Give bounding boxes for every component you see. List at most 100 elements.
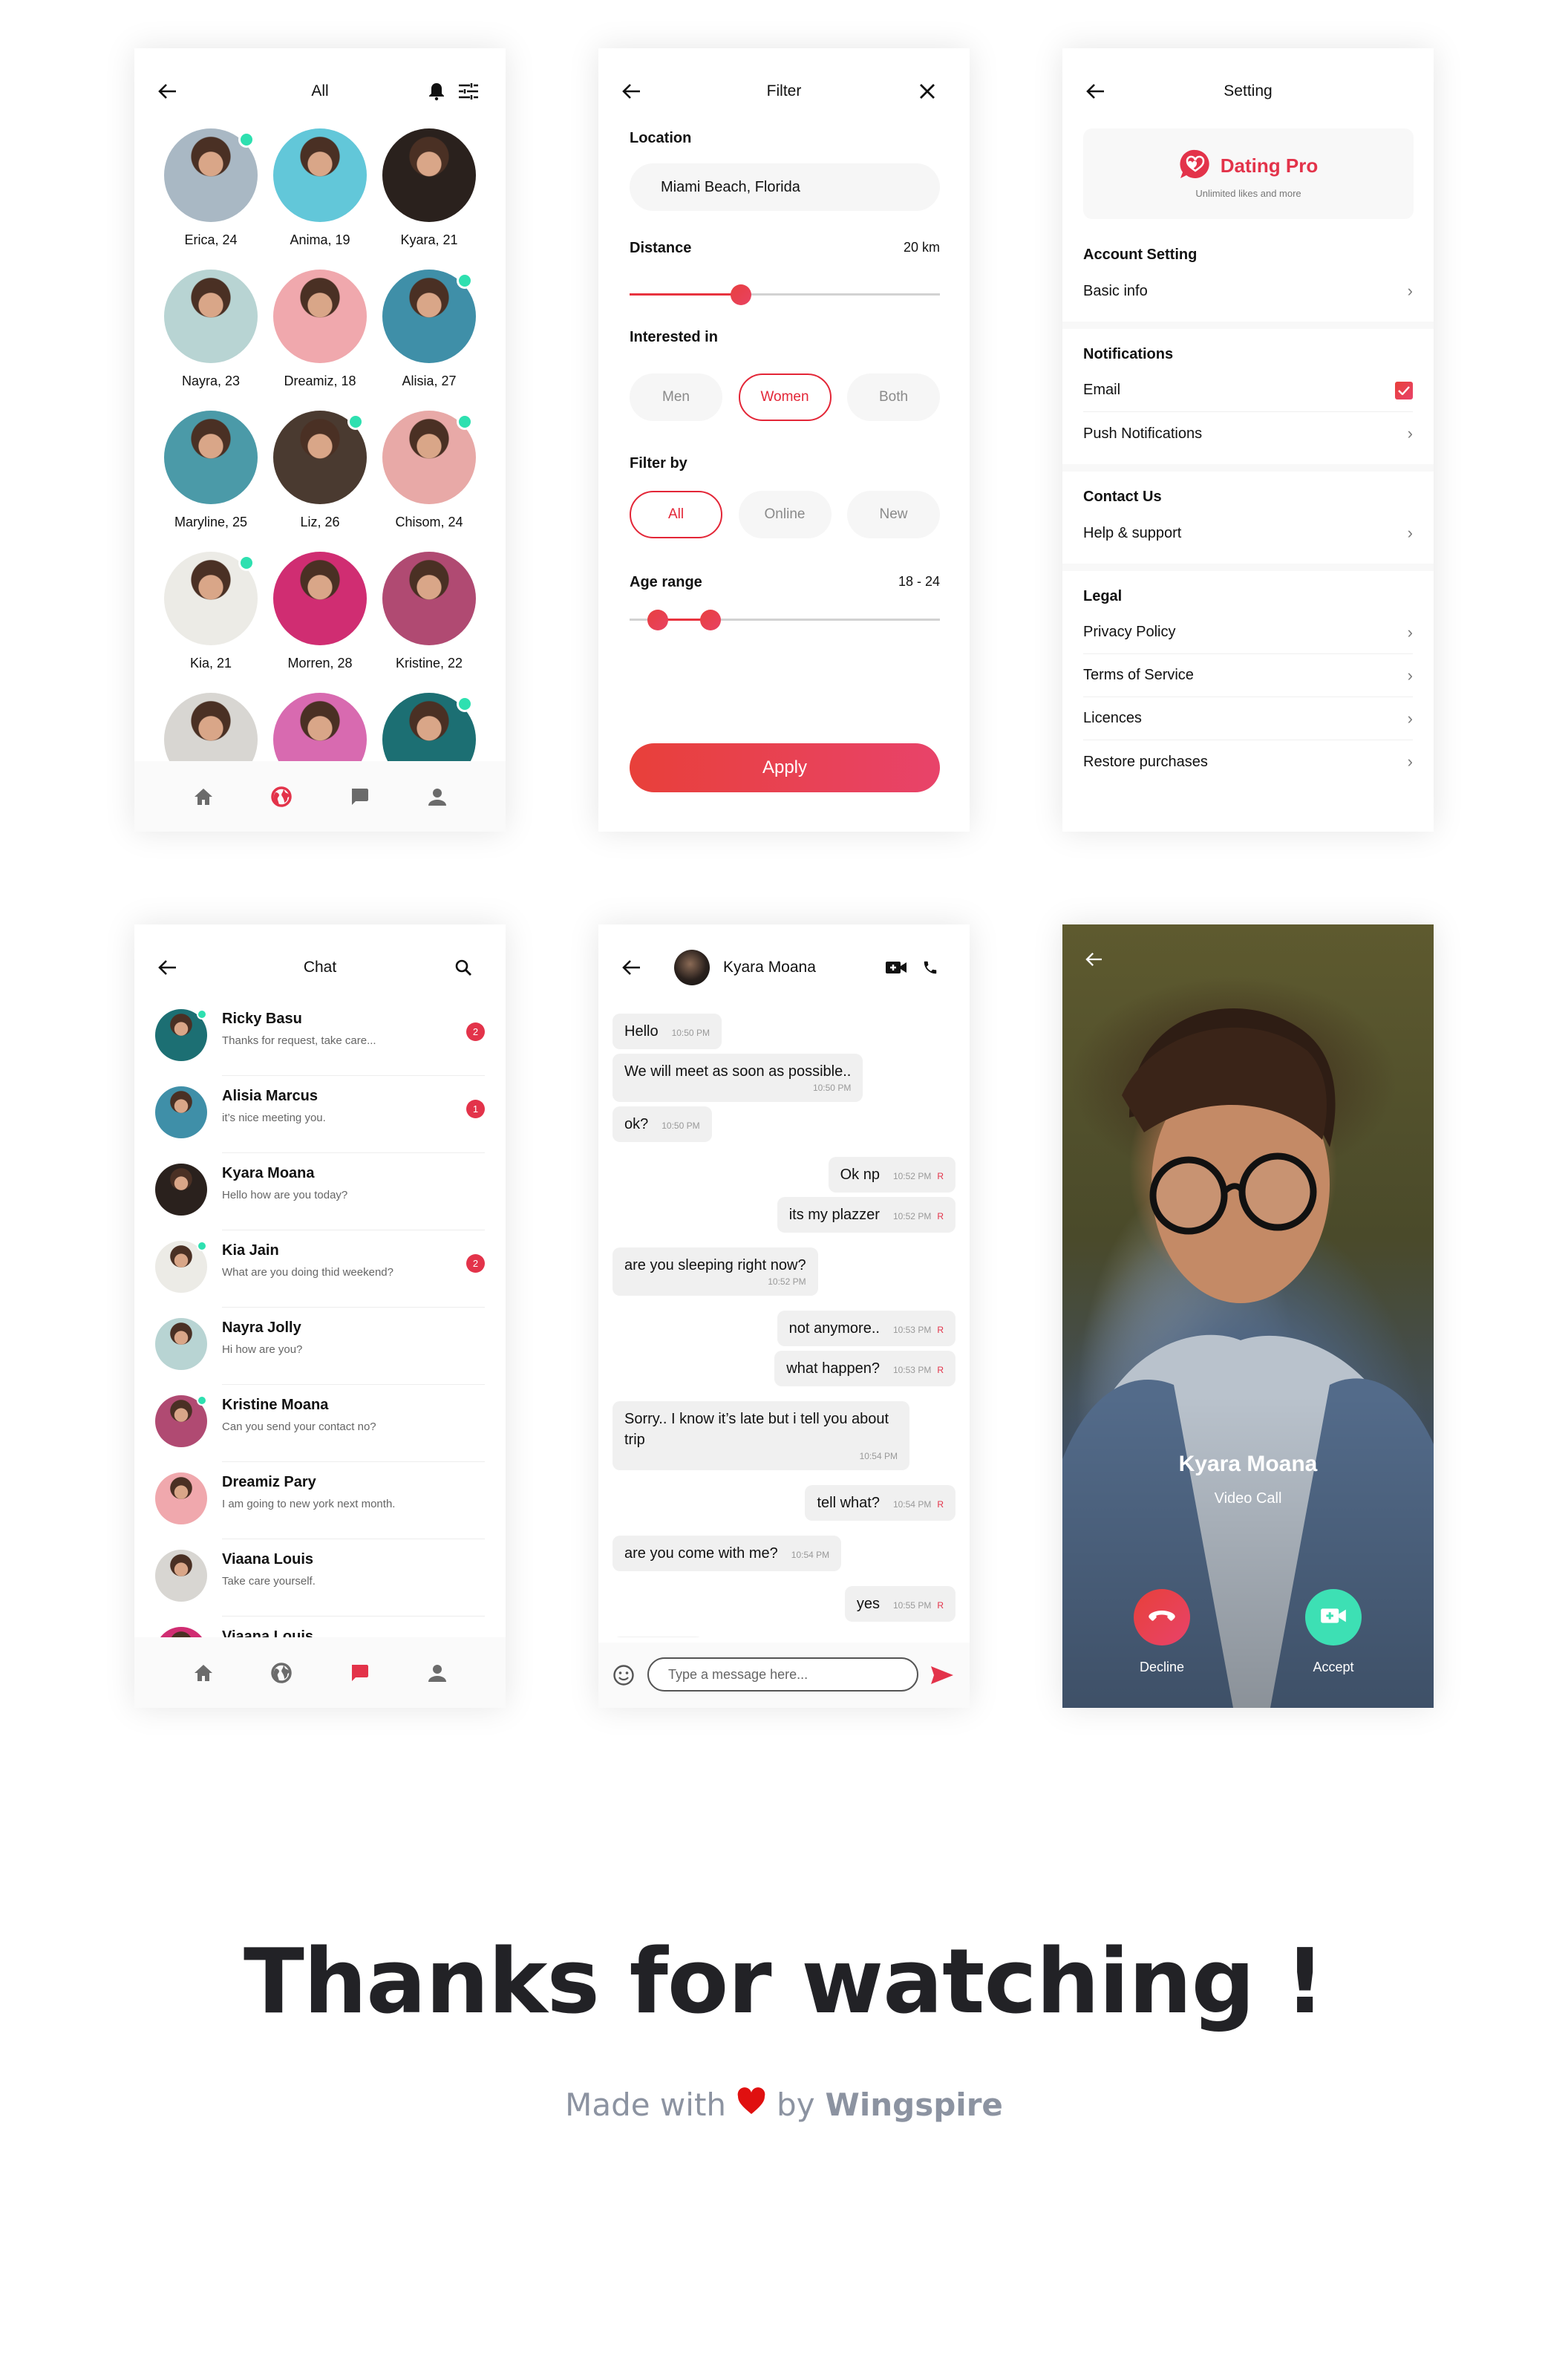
conversation-row[interactable]: Kyara Moana Hello how are you today?: [134, 1153, 506, 1230]
video-call-icon[interactable]: [883, 956, 909, 979]
distance-slider-thumb[interactable]: [731, 284, 752, 305]
profile-photo[interactable]: [382, 411, 476, 504]
profile-photo[interactable]: [164, 552, 258, 645]
settings-item[interactable]: Restore purchases ›: [1083, 740, 1413, 783]
conversation-row[interactable]: Viaana Louis: [134, 1617, 506, 1637]
close-icon[interactable]: [916, 80, 938, 102]
profile-card[interactable]: Alisia, 27: [375, 270, 483, 389]
profile-photo[interactable]: [382, 552, 476, 645]
conversation-list: Ricky Basu Thanks for request, take care.…: [134, 999, 506, 1637]
profile-photo[interactable]: [382, 128, 476, 222]
profile-card[interactable]: Kyara, 21: [375, 128, 483, 248]
nav-home-icon[interactable]: [189, 1658, 218, 1688]
settings-item[interactable]: Help & support ›: [1083, 512, 1413, 555]
conversation-row[interactable]: Ricky Basu Thanks for request, take care.…: [134, 999, 506, 1076]
profile-card[interactable]: [157, 693, 265, 767]
interested-option-both[interactable]: Both: [847, 373, 940, 421]
profile-photo[interactable]: [273, 411, 367, 504]
distance-slider[interactable]: [630, 284, 940, 305]
location-value: Miami Beach, Florida: [661, 178, 800, 195]
profile-photo[interactable]: [164, 128, 258, 222]
profile-card[interactable]: [375, 693, 483, 767]
profile-photo[interactable]: [273, 552, 367, 645]
filterby-option-online[interactable]: Online: [738, 491, 832, 538]
contact-avatar[interactable]: [674, 950, 710, 985]
settings-item[interactable]: Push Notifications ›: [1083, 412, 1413, 455]
filterby-option-new[interactable]: New: [847, 491, 940, 538]
conversation-row[interactable]: Kia Jain What are you doing thid weekend?…: [134, 1230, 506, 1308]
interested-option-women[interactable]: Women: [738, 373, 832, 421]
profile-card[interactable]: Kia, 21: [157, 552, 265, 671]
contact-avatar[interactable]: [155, 1472, 207, 1524]
location-input[interactable]: Miami Beach, Florida: [630, 163, 940, 211]
bell-icon[interactable]: [425, 80, 448, 102]
profile-card[interactable]: Chisom, 24: [375, 411, 483, 530]
online-status-dot: [197, 1241, 207, 1251]
nav-chat-icon[interactable]: [344, 782, 374, 812]
profile-card[interactable]: [266, 693, 374, 767]
contact-avatar[interactable]: [155, 1086, 207, 1138]
profile-card[interactable]: Dreamiz, 18: [266, 270, 374, 389]
message-input[interactable]: Type a message here...: [647, 1657, 918, 1692]
conversation-row[interactable]: Dreamiz Pary I am going to new york next …: [134, 1462, 506, 1539]
nav-globe-icon[interactable]: [267, 1658, 296, 1688]
profile-card[interactable]: Nayra, 23: [157, 270, 265, 389]
profile-photo[interactable]: [273, 128, 367, 222]
contact-avatar[interactable]: [155, 1395, 207, 1447]
profile-card[interactable]: Morren, 28: [266, 552, 374, 671]
conversation-row[interactable]: Kristine Moana Can you send your contact …: [134, 1385, 506, 1462]
heart-chat-logo-icon: [1179, 149, 1212, 183]
conversation-row[interactable]: Viaana Louis Take care yourself.: [134, 1539, 506, 1617]
pro-upgrade-banner[interactable]: Dating Pro Unlimited likes and more: [1083, 128, 1414, 219]
nav-profile-icon[interactable]: [422, 1658, 452, 1688]
contact-avatar[interactable]: [155, 1550, 207, 1602]
nav-profile-icon[interactable]: [422, 782, 452, 812]
accept-button[interactable]: [1305, 1589, 1362, 1645]
nav-chat-icon[interactable]: [344, 1658, 374, 1688]
age-min-thumb[interactable]: [647, 610, 668, 630]
contact-avatar[interactable]: [155, 1627, 207, 1637]
profile-photo[interactable]: [382, 693, 476, 767]
settings-item[interactable]: Licences ›: [1083, 697, 1413, 740]
contact-avatar[interactable]: [155, 1241, 207, 1293]
back-arrow-icon[interactable]: [621, 956, 643, 979]
settings-item[interactable]: Privacy Policy ›: [1083, 611, 1413, 654]
profile-photo[interactable]: [273, 693, 367, 767]
message-text: its my plazzer: [788, 1207, 880, 1223]
email-checkbox[interactable]: [1395, 381, 1413, 399]
sliders-icon[interactable]: [457, 80, 480, 102]
back-arrow-icon[interactable]: [1083, 948, 1105, 971]
age-max-thumb[interactable]: [699, 610, 721, 630]
contact-avatar[interactable]: [155, 1318, 207, 1370]
contact-avatar[interactable]: [155, 1164, 207, 1216]
settings-item[interactable]: Email: [1083, 369, 1413, 412]
profile-photo[interactable]: [164, 693, 258, 767]
contact-avatar[interactable]: [155, 1009, 207, 1061]
conversation-row[interactable]: Nayra Jolly Hi how are you?: [134, 1308, 506, 1385]
age-range-slider[interactable]: [630, 610, 940, 630]
phone-icon[interactable]: [919, 956, 941, 979]
search-icon[interactable]: [452, 956, 474, 979]
profile-card[interactable]: Kristine, 22: [375, 552, 483, 671]
send-icon[interactable]: [929, 1663, 956, 1687]
settings-item[interactable]: Terms of Service ›: [1083, 654, 1413, 697]
nav-globe-icon[interactable]: [267, 782, 296, 812]
profile-card[interactable]: Liz, 26: [266, 411, 374, 530]
profile-card[interactable]: Erica, 24: [157, 128, 265, 248]
nav-home-icon[interactable]: [189, 782, 218, 812]
caller-name: Kyara Moana: [1178, 1452, 1318, 1476]
message-time: 10:53 PM R: [892, 1325, 944, 1335]
profile-card[interactable]: Anima, 19: [266, 128, 374, 248]
filterby-option-all[interactable]: All: [630, 491, 722, 538]
emoji-icon[interactable]: [610, 1662, 637, 1689]
profile-photo[interactable]: [273, 270, 367, 363]
profile-photo[interactable]: [382, 270, 476, 363]
decline-button[interactable]: [1134, 1589, 1190, 1645]
profile-photo[interactable]: [164, 411, 258, 504]
settings-item[interactable]: Basic info ›: [1083, 270, 1413, 313]
apply-button[interactable]: Apply: [630, 743, 940, 792]
conversation-row[interactable]: Alisia Marcus it’s nice meeting you. 1: [134, 1076, 506, 1153]
profile-card[interactable]: Maryline, 25: [157, 411, 265, 530]
interested-option-men[interactable]: Men: [630, 373, 722, 421]
profile-photo[interactable]: [164, 270, 258, 363]
